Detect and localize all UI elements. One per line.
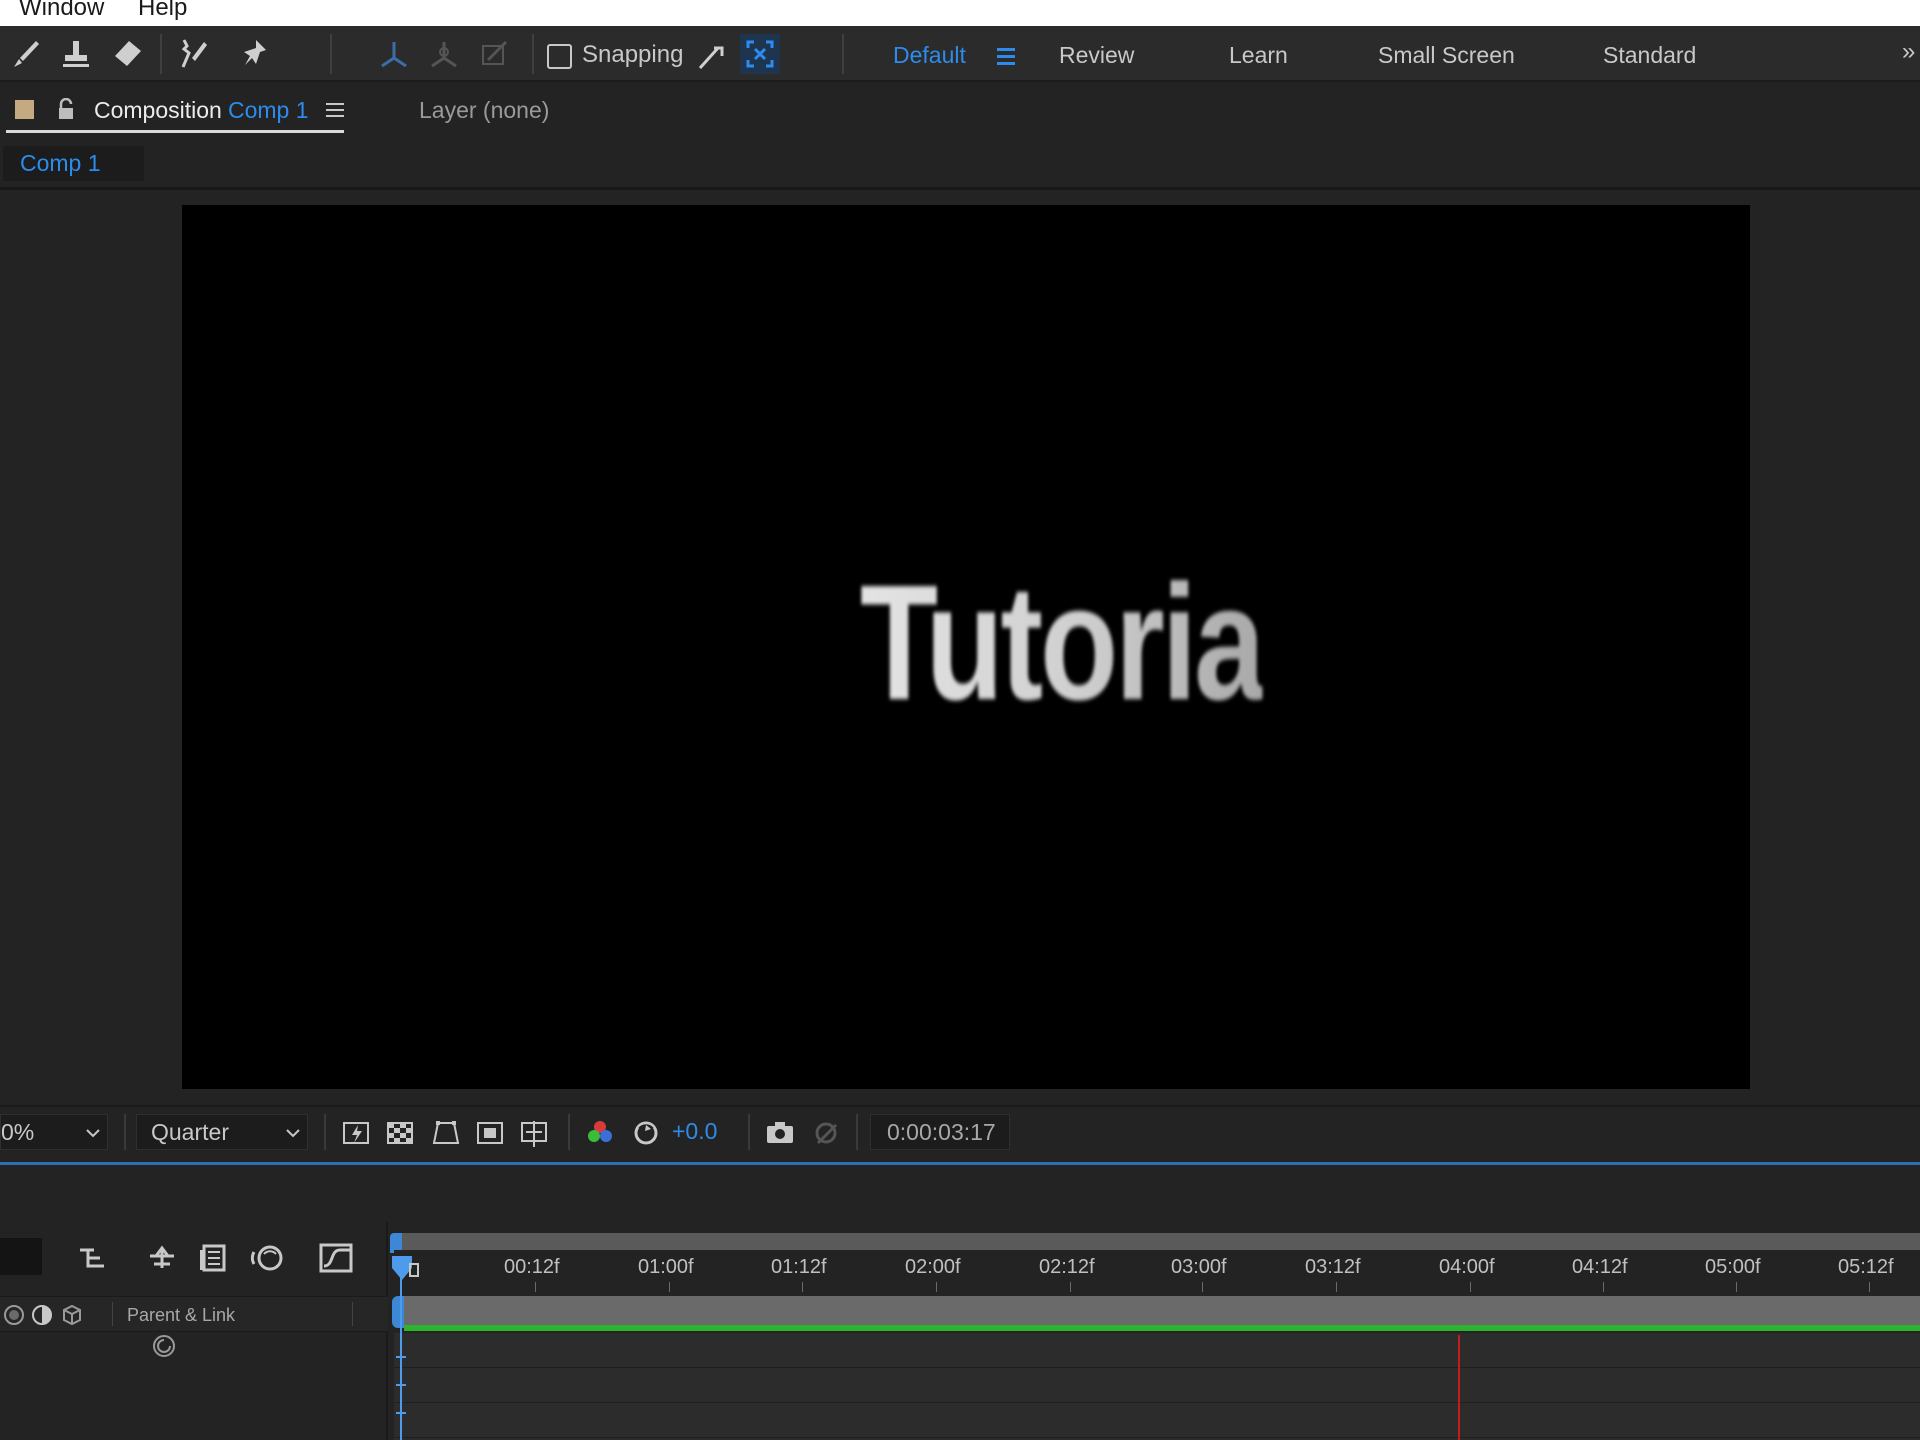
workspace-learn[interactable]: Learn [1229,42,1288,69]
parent-link-column: Parent & Link [127,1305,236,1325]
layer-tracks[interactable] [394,1333,1920,1440]
zoom-dropdown[interactable]: 0% [0,1114,108,1150]
video-switch-icon[interactable] [2,1303,26,1327]
solo-switch-icon[interactable] [30,1303,54,1327]
chevron-down-icon [86,1129,100,1138]
playhead-handle-icon[interactable] [388,1254,424,1284]
ruler-tick-label: 02:00f [905,1256,961,1278]
exposure-value[interactable]: +0.0 [672,1118,717,1145]
axis-world-icon[interactable] [424,34,464,74]
more-workspaces-icon[interactable]: » [1902,38,1915,66]
layer-in-handle[interactable] [392,1296,404,1328]
resolution-value: Quarter [151,1119,229,1145]
panel-menu-icon[interactable] [326,103,344,117]
breadcrumb-comp[interactable]: Comp 1 [20,150,101,177]
ruler-tick-label: 03:00f [1171,1256,1227,1278]
roto-brush-icon[interactable] [172,34,212,74]
fast-previews-icon[interactable] [340,1117,372,1149]
brush-icon[interactable] [6,34,46,74]
workspace-menu-icon[interactable] [997,48,1015,65]
composition-canvas[interactable]: Tutoria [182,205,1750,1089]
ruler-tick-label: 00:12f [504,1256,560,1278]
composition-mini-flowchart-icon[interactable] [74,1238,114,1278]
breadcrumb[interactable]: Comp 1 [3,146,144,181]
workspace-standard[interactable]: Standard [1603,42,1696,69]
region-of-interest-icon[interactable] [474,1117,506,1149]
zoom-value: 0% [1,1119,35,1145]
menu-window[interactable]: Window [19,0,104,22]
workspace-default[interactable]: Default [893,42,966,69]
snapping-checkbox[interactable] [547,44,572,69]
ruler-tick-label: 05:00f [1705,1256,1761,1278]
reset-exposure-icon[interactable] [630,1117,662,1149]
ruler-tick-label: 01:00f [638,1256,694,1278]
composition-tab-name[interactable]: Comp 1 [228,97,309,124]
eraser-icon[interactable] [107,34,147,74]
rgb-channels-icon[interactable] [584,1117,616,1149]
mask-visibility-icon[interactable] [430,1117,462,1149]
ruler-tick-label: 03:12f [1305,1256,1361,1278]
menu-help[interactable]: Help [138,0,187,22]
puppet-pin-icon[interactable] [236,34,276,74]
ruler-tick-label: 02:12f [1039,1256,1095,1278]
menu-bar: Window Help [0,0,1920,26]
composition-navigator [0,140,1920,190]
snapping-edge-icon[interactable] [692,36,732,76]
active-tab-underline [6,130,344,133]
motion-blur-icon[interactable] [248,1238,288,1278]
axis-local-icon[interactable] [374,34,414,74]
clone-stamp-icon[interactable] [56,34,96,74]
ruler-tick-label: 04:12f [1572,1256,1628,1278]
graph-editor-icon[interactable] [316,1238,356,1278]
frame-blending-icon[interactable] [194,1238,234,1278]
timeline-search-input[interactable] [0,1238,42,1275]
layer-tab[interactable]: Layer (none) [419,97,549,124]
ruler-tick-label: 05:12f [1838,1256,1894,1278]
show-snapshot-icon[interactable] [810,1117,842,1149]
comp-color-swatch [15,100,34,119]
ruler-tick-label: 04:00f [1439,1256,1495,1278]
render-cache-bar [404,1325,1920,1331]
timecode-value: 0:00:03:17 [887,1119,996,1145]
ruler-tick-label: 01:12f [771,1256,827,1278]
transparency-grid-icon[interactable] [384,1117,416,1149]
lock-icon[interactable] [56,97,76,125]
snapshot-camera-icon[interactable] [764,1117,796,1149]
work-area-bar[interactable] [394,1233,1920,1250]
resolution-dropdown[interactable]: Quarter [136,1114,308,1150]
shy-layers-icon[interactable] [142,1238,182,1278]
axis-view-icon[interactable] [474,34,514,74]
3d-layer-cube-icon[interactable] [60,1303,84,1327]
time-marker-line [1458,1335,1460,1440]
snapping-label: Snapping [582,41,684,68]
pick-whip-icon[interactable] [150,1332,178,1360]
current-time-display[interactable]: 0:00:03:17 [870,1114,1010,1150]
work-area-range[interactable] [404,1296,1920,1328]
composition-tab-label[interactable]: Composition [94,97,222,124]
canvas-title-text: Tutoria [860,549,1265,737]
workspace-review[interactable]: Review [1059,42,1134,69]
snapping-feature-icon[interactable] [740,34,780,74]
time-ruler[interactable] [394,1250,1920,1292]
grid-guides-icon[interactable] [518,1117,550,1149]
chevron-down-icon [286,1129,300,1138]
workspace-small-screen[interactable]: Small Screen [1378,42,1515,69]
